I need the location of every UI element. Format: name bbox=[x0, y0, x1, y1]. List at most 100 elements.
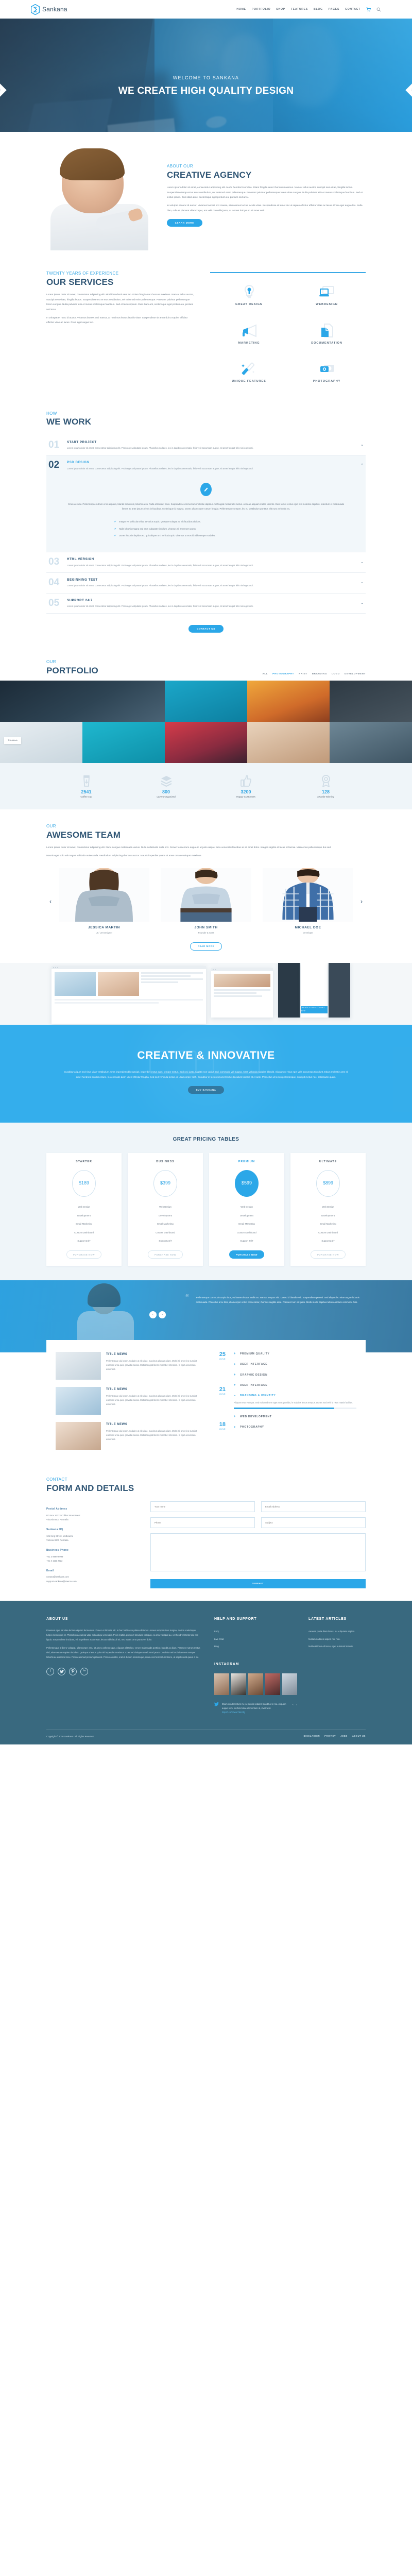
accordion-item-03[interactable]: 03 HTML VERSION Lorem ipsum dolor sit am… bbox=[46, 552, 366, 573]
footer-link-live-chat[interactable]: Live Chat bbox=[214, 1635, 297, 1642]
testimonial-next[interactable]: › bbox=[159, 1311, 166, 1318]
tweet-next-icon[interactable]: › bbox=[296, 1702, 297, 1707]
filter-logo[interactable]: LOGO bbox=[332, 672, 340, 675]
accordion-item-02[interactable]: 02 PSD DESIGN Lorem ipsum dolor sit amet… bbox=[46, 455, 366, 553]
chevron-down-icon[interactable]: ⌄ bbox=[360, 600, 366, 606]
instagram-thumb[interactable] bbox=[214, 1673, 229, 1695]
news-desc: Pellentesque dui lorem, sodales ut elit … bbox=[106, 1359, 198, 1370]
accordion-item-01[interactable]: 01 START PROJECT Lorem ipsum dolor sit a… bbox=[46, 435, 366, 456]
portfolio-item[interactable] bbox=[247, 722, 330, 764]
footer-bottom-jobs[interactable]: JOBS bbox=[340, 1735, 348, 1738]
team-read-more-button[interactable]: READ MORE bbox=[190, 942, 222, 951]
portfolio-item[interactable] bbox=[165, 681, 247, 722]
nav-shop[interactable]: SHOP bbox=[276, 7, 285, 12]
tweet-prev-icon[interactable]: ‹ bbox=[293, 1702, 294, 1707]
purchase-now-button[interactable]: PURCHASE NOW bbox=[229, 1250, 265, 1259]
footer-article[interactable]: Nulla ultricies elit arcu, eget euismod … bbox=[308, 1643, 366, 1650]
nav-blog[interactable]: BLOG bbox=[314, 7, 323, 12]
skill-item-open[interactable]: – BRANDING & IDENTITY Aliquam erat volutp… bbox=[234, 1391, 356, 1412]
submit-button[interactable]: SUBMIT bbox=[150, 1579, 366, 1588]
service-webdesign[interactable]: WEBDESIGN bbox=[288, 284, 366, 308]
filter-print[interactable]: PRINT bbox=[299, 672, 307, 675]
portfolio-item[interactable] bbox=[247, 681, 330, 722]
portfolio-item[interactable] bbox=[330, 722, 412, 764]
footer-link-faq[interactable]: FAQ bbox=[214, 1628, 297, 1635]
creative-banner: CREATIVE & INNOVATIVE Curabitur aliquet … bbox=[0, 1024, 412, 1123]
footer-article[interactable]: Nullam sodales sapien nisi non. bbox=[308, 1635, 366, 1642]
filter-development[interactable]: DEVELOPMENT bbox=[345, 672, 366, 675]
team-member-card[interactable]: JESSICA MARTIN UI / UX Designer bbox=[59, 868, 149, 935]
footer-bottom-about-us[interactable]: ABOUT US bbox=[352, 1735, 366, 1738]
pricing-card-ultimate[interactable]: ULTIMATE $899 Web Design Development Ema… bbox=[290, 1153, 366, 1266]
service-documentation[interactable]: DOCUMENTATION bbox=[288, 323, 366, 346]
phone-input[interactable] bbox=[150, 1517, 255, 1529]
twitter-icon[interactable] bbox=[58, 1667, 65, 1675]
footer-bottom-disclaimer[interactable]: DISCLAIMER bbox=[304, 1735, 320, 1738]
team-next-arrow[interactable]: › bbox=[357, 896, 366, 907]
service-marketing[interactable]: MARKETING bbox=[210, 323, 288, 346]
chevron-down-icon[interactable]: ⌄ bbox=[360, 580, 366, 586]
skill-item[interactable]: + USER INTERFACE bbox=[234, 1381, 356, 1391]
skill-item[interactable]: + WEB DEVELOPMENT bbox=[234, 1412, 356, 1422]
linkedin-icon[interactable]: in bbox=[80, 1667, 88, 1675]
instagram-thumb[interactable] bbox=[248, 1673, 263, 1695]
portfolio-item[interactable] bbox=[165, 722, 247, 764]
skill-item[interactable]: + USER INTERFACE bbox=[234, 1360, 356, 1370]
skill-item[interactable]: + PREMIUM QUALITY bbox=[234, 1349, 356, 1360]
purchase-now-button[interactable]: PURCHASE NOW bbox=[66, 1250, 102, 1259]
chevron-up-icon[interactable]: ⌃ bbox=[360, 463, 366, 469]
instagram-thumb[interactable] bbox=[282, 1673, 297, 1695]
service-great-design[interactable]: GREAT DESIGN bbox=[210, 284, 288, 308]
shopping-cart-icon[interactable] bbox=[366, 7, 371, 12]
team-prev-arrow[interactable]: ‹ bbox=[46, 896, 55, 907]
nav-contact[interactable]: CONTACT bbox=[345, 7, 360, 12]
instagram-thumb[interactable] bbox=[265, 1673, 280, 1695]
team-member-card[interactable]: JOHN SMITH Founder & CEO bbox=[161, 868, 251, 935]
purchase-now-button[interactable]: PURCHASE NOW bbox=[147, 1250, 183, 1259]
name-input[interactable] bbox=[150, 1501, 255, 1513]
footer-article[interactable]: Aenean porta diam lacus, eu vulputate sa… bbox=[308, 1628, 366, 1635]
purchase-now-button[interactable]: PURCHASE NOW bbox=[310, 1250, 346, 1259]
news-item[interactable]: TITLE NEWS Pellentesque dui lorem, sodal… bbox=[56, 1383, 226, 1418]
portfolio-item[interactable]: This Week bbox=[0, 722, 82, 764]
accordion-item-04[interactable]: 04 BEGINNING TEST Lorem ipsum dolor sit … bbox=[46, 573, 366, 594]
email-input[interactable] bbox=[261, 1501, 366, 1513]
facebook-icon[interactable]: f bbox=[46, 1667, 54, 1675]
footer-link-blog[interactable]: Blog bbox=[214, 1643, 297, 1650]
portfolio-item[interactable] bbox=[330, 681, 412, 722]
pricing-card-premium[interactable]: PREMIUM $599 Web Design Development Emai… bbox=[209, 1153, 284, 1266]
search-icon[interactable] bbox=[376, 7, 381, 12]
contact-us-button[interactable]: CONTACT US bbox=[188, 625, 224, 633]
message-textarea[interactable] bbox=[150, 1533, 366, 1572]
filter-all[interactable]: ALL bbox=[263, 672, 268, 675]
instagram-thumb[interactable] bbox=[231, 1673, 246, 1695]
skill-item[interactable]: + PHOTOGRAPHY bbox=[234, 1423, 356, 1433]
nav-pages[interactable]: PAGES bbox=[329, 7, 339, 12]
pricing-card-starter[interactable]: STARTER $189 Web Design Development Emai… bbox=[46, 1153, 122, 1266]
filter-photography[interactable]: PHOTOGRAPHY bbox=[272, 672, 294, 675]
chevron-down-icon[interactable]: ⌄ bbox=[360, 442, 366, 448]
nav-home[interactable]: HOME bbox=[236, 7, 246, 12]
nav-portfolio[interactable]: PORTFOLIO bbox=[252, 7, 271, 12]
skill-item[interactable]: + GRAPHIC DESIGN bbox=[234, 1370, 356, 1381]
about-learn-more-button[interactable]: LEARN MORE bbox=[167, 219, 202, 227]
subject-input[interactable] bbox=[261, 1517, 366, 1529]
team-member-card[interactable]: MICHAEL DOE Developer bbox=[263, 868, 353, 935]
news-item[interactable]: TITLE NEWS Pellentesque dui lorem, sodal… bbox=[56, 1418, 226, 1453]
testimonial-prev[interactable]: ‹ bbox=[149, 1311, 157, 1318]
brand-logo[interactable]: Sankana bbox=[31, 4, 67, 15]
portfolio-item[interactable] bbox=[0, 681, 165, 722]
service-photography[interactable]: PHOTOGRAPHY bbox=[288, 361, 366, 384]
news-item[interactable]: TITLE NEWS Pellentesque dui lorem, sodal… bbox=[56, 1348, 226, 1383]
nav-features[interactable]: FEATURES bbox=[291, 7, 308, 12]
filter-branding[interactable]: BRANDING bbox=[312, 672, 327, 675]
pricing-card-business[interactable]: BUSINESS $399 Web Design Development Ema… bbox=[128, 1153, 203, 1266]
service-unique-features[interactable]: UNIQUE FEATURES bbox=[210, 361, 288, 384]
buy-sankana-button[interactable]: BUY SANKANA bbox=[187, 1086, 225, 1094]
portfolio-item[interactable] bbox=[82, 722, 165, 764]
accordion-item-05[interactable]: 05 SUPPORT 24/7 Lorem ipsum dolor sit am… bbox=[46, 594, 366, 614]
pinterest-icon[interactable] bbox=[69, 1667, 77, 1675]
footer-tweet-link[interactable]: http://t.co/3DwoIT54Ghj bbox=[222, 1711, 245, 1714]
footer-bottom-privacy[interactable]: PRIVACY bbox=[324, 1735, 336, 1738]
chevron-down-icon[interactable]: ⌄ bbox=[360, 560, 366, 566]
